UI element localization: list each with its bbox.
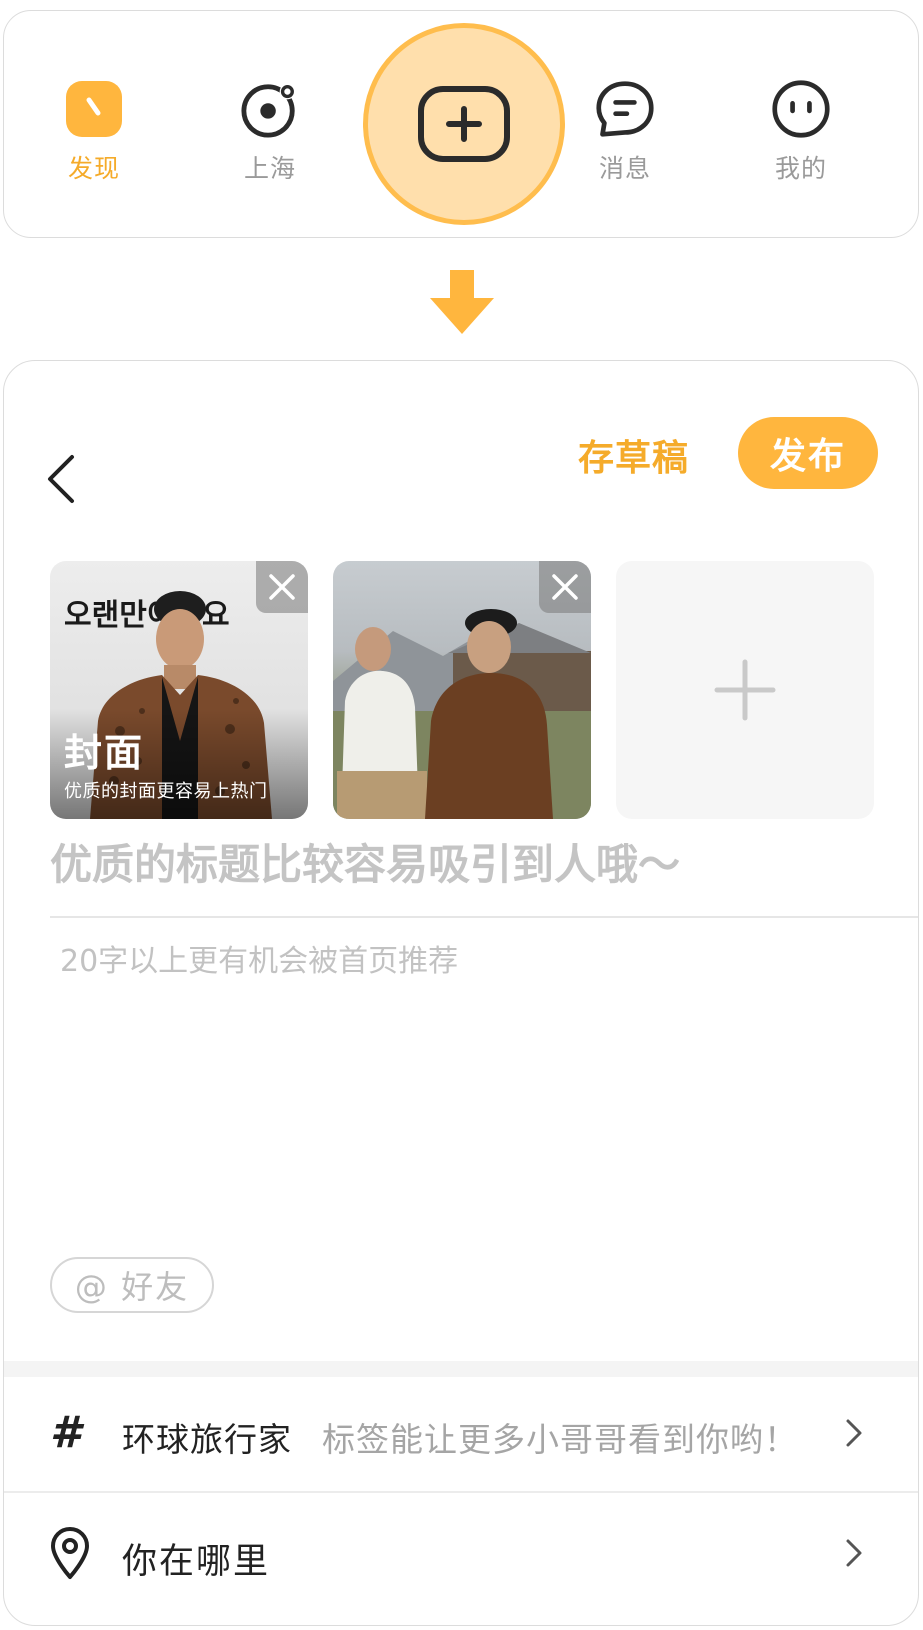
- tab-bar: 发现 上海 消息 我的: [3, 10, 919, 238]
- section-separator: [4, 1361, 918, 1377]
- topic-hint: 标签能让更多小哥哥看到你哟！: [322, 1420, 798, 1459]
- close-icon: [552, 574, 578, 600]
- image-thumbnail[interactable]: [333, 561, 591, 819]
- arrow-down-icon: [430, 270, 494, 334]
- tab-discover[interactable]: 发现: [39, 79, 149, 199]
- publish-button[interactable]: 发布: [738, 417, 878, 489]
- publish-tab-button[interactable]: [363, 23, 565, 225]
- city-icon: [240, 79, 300, 139]
- tab-discover-label: 发现: [67, 154, 120, 183]
- title-input[interactable]: [50, 829, 900, 899]
- divider: [4, 1491, 918, 1493]
- discover-icon: [64, 79, 124, 139]
- topic-name: 环球旅行家: [122, 1420, 292, 1459]
- close-icon: [269, 574, 295, 600]
- chevron-left-icon[interactable]: [40, 451, 80, 507]
- chevron-right-icon: [846, 1539, 862, 1567]
- tab-profile-label: 我的: [774, 154, 827, 183]
- tab-messages[interactable]: 消息: [570, 79, 680, 199]
- post-editor: 存草稿 发布 오랜만이네요 封面 优质的封面更容易上热门 优质的标题比较容易吸引…: [3, 360, 919, 1626]
- tab-messages-label: 消息: [598, 154, 651, 183]
- location-pin-icon: [51, 1527, 89, 1579]
- divider: [50, 916, 918, 918]
- tab-profile[interactable]: 我的: [746, 79, 856, 199]
- tab-city-label: 上海: [243, 154, 296, 183]
- cover-photo-caption: 오랜만이네요: [64, 598, 230, 633]
- cover-title: 封面: [64, 731, 145, 775]
- chevron-right-icon: [846, 1419, 862, 1447]
- hashtag-icon: #: [50, 1407, 81, 1458]
- cover-subtitle: 优质的封面更容易上热门: [64, 781, 268, 802]
- add-image-button[interactable]: [616, 561, 874, 819]
- plus-icon: [418, 86, 510, 162]
- location-row[interactable]: 你在哪里: [4, 1499, 918, 1609]
- tab-city[interactable]: 上海: [215, 79, 325, 199]
- mention-friend-button[interactable]: @ 好友: [50, 1257, 214, 1313]
- save-draft-button[interactable]: 存草稿: [578, 429, 689, 479]
- remove-image-button[interactable]: [539, 561, 591, 613]
- location-label: 你在哪里: [122, 1542, 271, 1582]
- topic-row[interactable]: # 环球旅行家 标签能让更多小哥哥看到你哟！: [4, 1379, 918, 1489]
- image-thumbnail-cover[interactable]: 오랜만이네요 封面 优质的封面更容易上热门: [50, 561, 308, 819]
- profile-icon: [771, 79, 831, 139]
- plus-icon: [714, 659, 776, 721]
- body-textarea[interactable]: [60, 936, 880, 1186]
- message-icon: [595, 79, 655, 139]
- remove-image-button[interactable]: [256, 561, 308, 613]
